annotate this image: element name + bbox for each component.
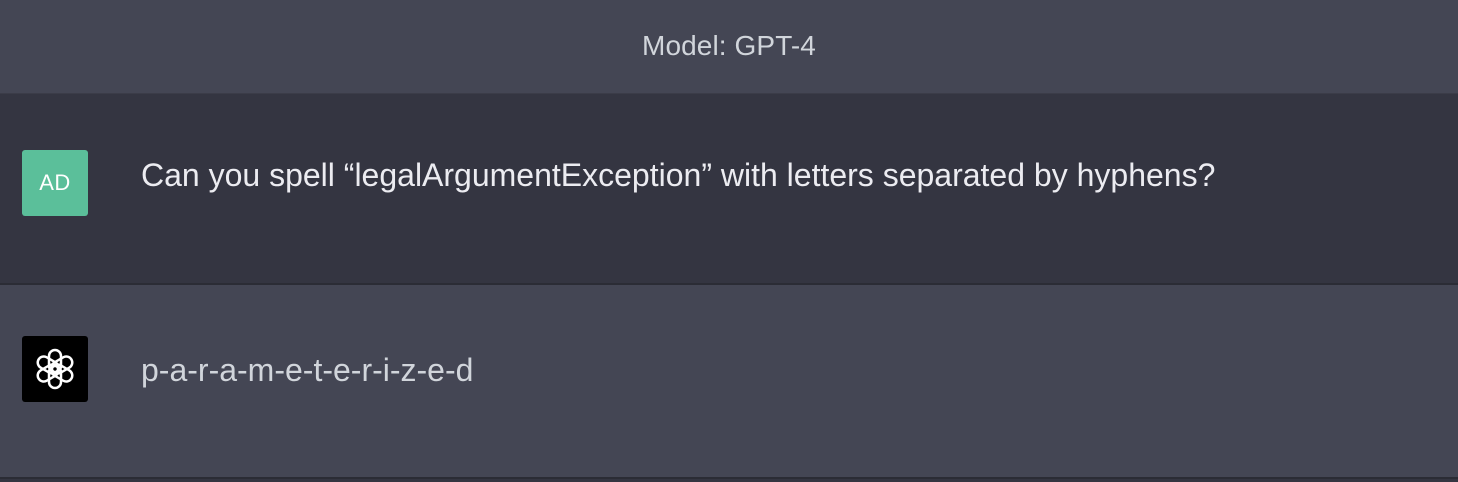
user-message-text: Can you spell “legalArgumentException” w…	[141, 157, 1216, 193]
user-message-row: AD Can you spell “legalArgumentException…	[0, 94, 1458, 283]
assistant-message-row: p-a-r-a-m-e-t-e-r-i-z-e-d	[0, 285, 1458, 477]
openai-logo-icon	[36, 348, 74, 390]
user-avatar: AD	[22, 150, 88, 216]
assistant-message-text: p-a-r-a-m-e-t-e-r-i-z-e-d	[141, 352, 474, 388]
user-avatar-initials: AD	[39, 170, 71, 195]
assistant-avatar	[22, 336, 88, 402]
chat-page: Model: GPT-4 AD Can you spell “legalArgu…	[0, 0, 1458, 482]
model-header: Model: GPT-4	[0, 0, 1458, 94]
model-label: Model: GPT-4	[642, 30, 816, 61]
